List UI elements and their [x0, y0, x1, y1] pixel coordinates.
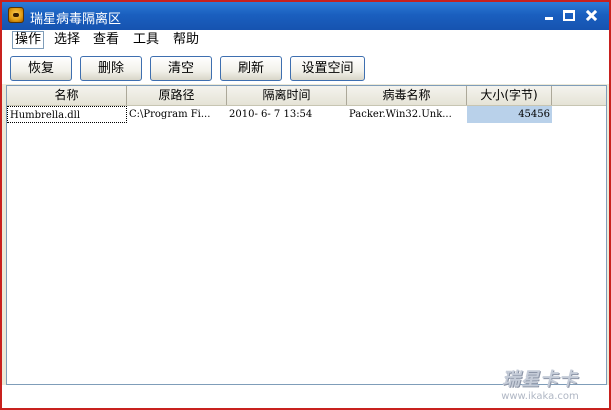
- rising-lion-icon: [8, 7, 24, 23]
- minimize-icon[interactable]: [542, 9, 556, 22]
- menu-select[interactable]: 选择: [54, 32, 80, 48]
- column-header-virus[interactable]: 病毒名称: [347, 86, 467, 105]
- toolbar: 恢复 删除 清空 刷新 设置空间: [2, 50, 609, 84]
- cell-name: Humbrella.dll: [7, 106, 127, 123]
- watermark-url: www.ikaka.com: [501, 391, 579, 402]
- clear-button[interactable]: 清空: [150, 56, 212, 81]
- watermark-logo-text: 瑞星卡卡: [502, 369, 578, 390]
- delete-button[interactable]: 删除: [80, 56, 142, 81]
- menu-bar: 操作 选择 查看 工具 帮助: [2, 30, 609, 50]
- column-header-name[interactable]: 名称: [7, 86, 127, 105]
- settings-space-button[interactable]: 设置空间: [290, 56, 365, 81]
- cell-size: 45456: [467, 106, 552, 123]
- column-header-size[interactable]: 大小(字节): [467, 86, 552, 105]
- quarantine-list[interactable]: 名称 原路径 隔离时间 病毒名称 大小(字节) Humbrella.dll C:…: [6, 85, 607, 385]
- restore-button[interactable]: 恢复: [10, 56, 72, 81]
- watermark-logo: 瑞星卡卡 www.ikaka.com: [481, 365, 599, 407]
- menu-tools[interactable]: 工具: [133, 32, 159, 48]
- maximize-icon[interactable]: [563, 10, 575, 21]
- list-header: 名称 原路径 隔离时间 病毒名称 大小(字节): [7, 86, 606, 106]
- cell-virus: Packer.Win32.Unk...: [349, 109, 452, 120]
- menu-view[interactable]: 查看: [93, 32, 119, 48]
- cell-time: 2010- 6- 7 13:54: [229, 109, 313, 120]
- close-icon[interactable]: [584, 9, 598, 22]
- title-bar[interactable]: 瑞星病毒隔离区: [2, 2, 609, 30]
- quarantine-window: 瑞星病毒隔离区 操作 选择 查看 工具 帮助 恢复 删除 清空 刷新 设置空间 …: [0, 0, 611, 410]
- menu-operate[interactable]: 操作: [12, 31, 45, 49]
- table-row[interactable]: Humbrella.dll C:\Program Fi... 2010- 6- …: [7, 106, 555, 123]
- refresh-button[interactable]: 刷新: [220, 56, 282, 81]
- column-header-time[interactable]: 隔离时间: [227, 86, 347, 105]
- cell-path: C:\Program Fi...: [129, 109, 211, 120]
- column-header-path[interactable]: 原路径: [127, 86, 227, 105]
- window-title: 瑞星病毒隔离区: [30, 12, 122, 27]
- menu-help[interactable]: 帮助: [173, 32, 199, 48]
